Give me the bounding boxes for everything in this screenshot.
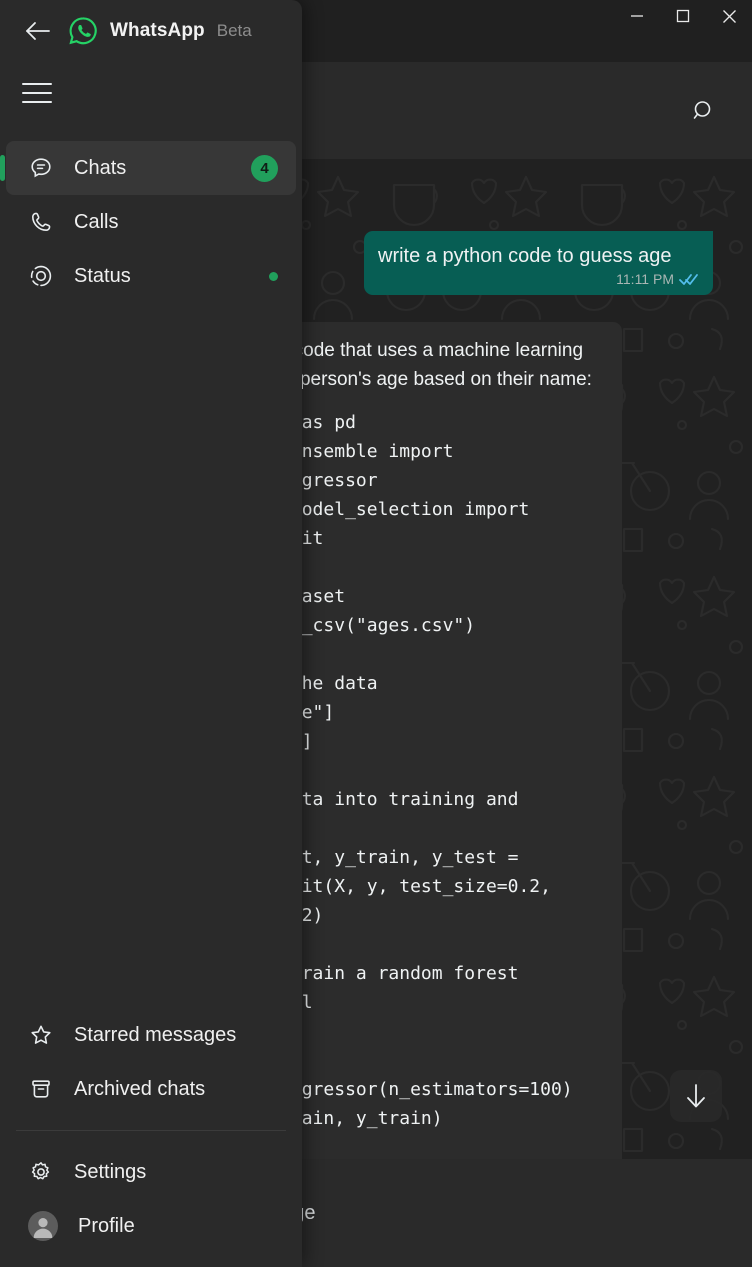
search-icon[interactable] [684, 91, 724, 131]
star-icon [28, 1022, 54, 1048]
scroll-to-bottom-button[interactable] [670, 1070, 722, 1122]
message-text: write a python code to guess age [378, 245, 672, 267]
drawer-header: WhatsApp Beta [0, 0, 302, 62]
sidebar-item-label: Starred messages [74, 1023, 237, 1046]
navigation-drawer: WhatsApp Beta Chats 4 Calls Status Starr… [0, 0, 302, 1267]
read-receipt-icon [679, 272, 699, 286]
sidebar-item-label: Settings [74, 1160, 147, 1183]
sidebar-item-calls[interactable]: Calls [6, 195, 296, 249]
sidebar-item-starred-messages[interactable]: Starred messages [6, 1008, 296, 1062]
message-bubble-outgoing[interactable]: write a python code to guess age 11:11 P… [364, 231, 713, 295]
sidebar-item-status[interactable]: Status [6, 249, 296, 303]
sidebar-item-label: Archived chats [74, 1077, 206, 1100]
active-indicator [0, 155, 5, 181]
hamburger-menu-icon[interactable] [0, 62, 302, 124]
sidebar-item-settings[interactable]: Settings [6, 1145, 296, 1199]
archive-icon [28, 1076, 54, 1102]
sidebar-item-chats[interactable]: Chats 4 [0, 141, 296, 195]
message-time: 11:11 PM [616, 271, 674, 287]
maximize-button[interactable] [660, 0, 706, 32]
unread-badge: 4 [251, 154, 278, 182]
sidebar-item-label: Chats [74, 156, 127, 179]
brand: WhatsApp Beta [68, 16, 252, 46]
sidebar-item-label: Status [74, 264, 131, 287]
close-button[interactable] [706, 0, 752, 32]
secondary-navigation: Starred messages Archived chats Settings… [0, 1008, 302, 1267]
phone-icon [28, 209, 54, 235]
drawer-spacer [0, 303, 302, 1008]
minimize-button[interactable] [614, 0, 660, 32]
drawer-divider [16, 1130, 286, 1131]
beta-label: Beta [216, 21, 252, 40]
hamburger-bars [22, 83, 52, 103]
back-arrow-icon[interactable] [22, 15, 54, 47]
avatar-icon [28, 1211, 58, 1241]
primary-navigation: Chats 4 Calls Status [0, 141, 302, 303]
message-meta: 11:11 PM [378, 271, 699, 287]
status-icon [28, 263, 54, 289]
sidebar-item-label: Profile [78, 1214, 135, 1237]
sidebar-item-archived-chats[interactable]: Archived chats [6, 1062, 296, 1116]
gear-icon [28, 1159, 54, 1185]
whatsapp-logo-icon [68, 16, 98, 46]
status-unread-dot [269, 271, 278, 281]
sidebar-item-label: Calls [74, 210, 119, 233]
chats-icon [28, 155, 54, 181]
whatsapp-window: write a python code to guess age 11:11 P… [0, 0, 752, 1267]
sidebar-item-profile[interactable]: Profile [6, 1199, 296, 1253]
app-title: WhatsApp [110, 20, 205, 41]
